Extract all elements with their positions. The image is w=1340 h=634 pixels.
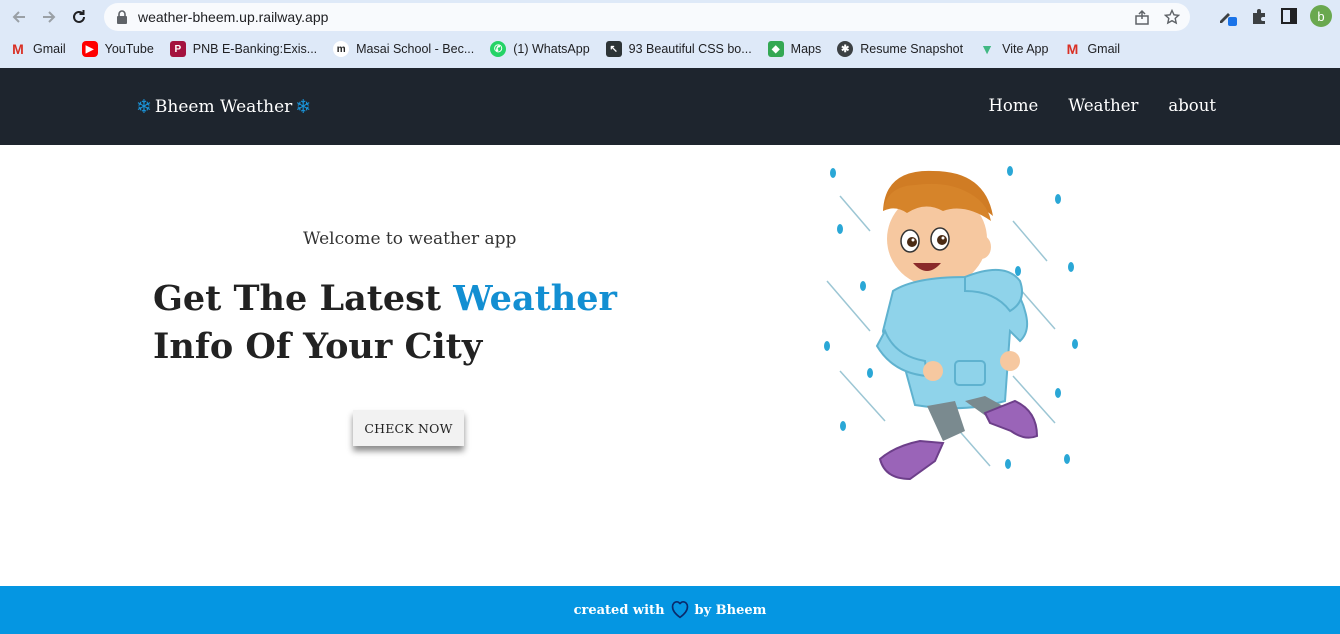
bookmark-vite[interactable]: ▼ Vite App — [979, 41, 1048, 57]
bookmark-maps[interactable]: ◆ Maps — [767, 41, 821, 57]
bookmark-masai[interactable]: m Masai School - Bec... — [333, 41, 474, 57]
reload-icon — [73, 10, 85, 23]
brand-logo[interactable]: ❄ Bheem Weather ❄ — [136, 96, 311, 118]
headline-pre: Get The Latest — [153, 278, 454, 319]
whatsapp-icon: ✆ — [490, 41, 507, 57]
nav-link-weather[interactable]: Weather — [1068, 96, 1138, 115]
gmail-icon: M — [12, 41, 24, 57]
footer-author-text: by Bheem — [694, 602, 767, 618]
bookmark-whatsapp[interactable]: ✆ (1) WhatsApp — [490, 41, 590, 57]
back-button[interactable] — [6, 4, 32, 30]
headline-accent: Weather — [453, 278, 617, 319]
maps-icon: ◆ — [767, 41, 784, 57]
share-icon[interactable] — [1134, 9, 1150, 25]
brand-name: Bheem Weather — [154, 97, 293, 117]
footer-created-text: created with — [573, 602, 665, 618]
color-picker-extension-icon[interactable] — [1216, 5, 1238, 27]
resume-icon: ✱ — [837, 41, 854, 57]
bookmark-youtube[interactable]: ▶ YouTube — [81, 41, 154, 57]
side-panel-icon[interactable] — [1280, 7, 1298, 25]
welcome-text: Welcome to weather app — [303, 229, 517, 249]
snowflake-icon: ❄ — [136, 96, 152, 118]
masai-icon: m — [333, 41, 350, 57]
site-footer: created with by Bheem — [0, 586, 1340, 634]
vite-icon: ▼ — [980, 41, 995, 57]
css-icon: ↖ — [605, 41, 622, 57]
bookmark-gmail[interactable]: M Gmail — [10, 41, 66, 57]
nav-links: Home Weather about — [989, 96, 1216, 115]
youtube-icon: ▶ — [81, 41, 98, 57]
hero-section: Welcome to weather app Get The Latest We… — [0, 145, 1340, 586]
url-text: weather-bheem.up.railway.app — [138, 9, 329, 25]
omnibox-actions — [1134, 9, 1180, 25]
hero-headline: Get The Latest Weather Info Of Your City — [153, 275, 673, 371]
pnb-icon: P — [169, 41, 186, 57]
bookmarks-bar: M Gmail ▶ YouTube P PNB E-Banking:Exis..… — [0, 32, 1136, 66]
heart-icon — [671, 601, 688, 619]
star-icon[interactable] — [1164, 9, 1180, 25]
profile-avatar[interactable]: b — [1310, 5, 1332, 27]
bookmark-css[interactable]: ↖ 93 Beautiful CSS bo... — [605, 41, 752, 57]
forward-button[interactable] — [36, 4, 62, 30]
site-navbar: ❄ Bheem Weather ❄ Home Weather about — [0, 68, 1340, 145]
nav-link-home[interactable]: Home — [989, 96, 1039, 115]
reload-button[interactable] — [66, 4, 92, 30]
nav-link-about[interactable]: about — [1168, 96, 1216, 115]
headline-post: Info Of Your City — [153, 326, 483, 367]
bookmark-gmail-2[interactable]: M Gmail — [1064, 41, 1121, 57]
puzzle-extensions-icon[interactable] — [1250, 7, 1268, 25]
forward-arrow-icon — [43, 11, 56, 23]
bookmark-resume[interactable]: ✱ Resume Snapshot — [837, 41, 963, 57]
snowflake-icon: ❄ — [295, 96, 312, 118]
bookmark-pnb[interactable]: P PNB E-Banking:Exis... — [169, 41, 317, 57]
gmail-icon: M — [1066, 41, 1079, 57]
boy-in-raincoat-illustration — [824, 166, 1078, 481]
address-bar[interactable]: weather-bheem.up.railway.app — [104, 3, 1190, 31]
back-arrow-icon — [12, 11, 25, 23]
lock-icon — [117, 10, 127, 24]
browser-chrome: weather-bheem.up.railway.app b M Gmail ▶… — [0, 0, 1340, 68]
extensions-area: b — [1216, 5, 1332, 27]
check-now-button[interactable]: CHECK NOW — [353, 410, 464, 446]
